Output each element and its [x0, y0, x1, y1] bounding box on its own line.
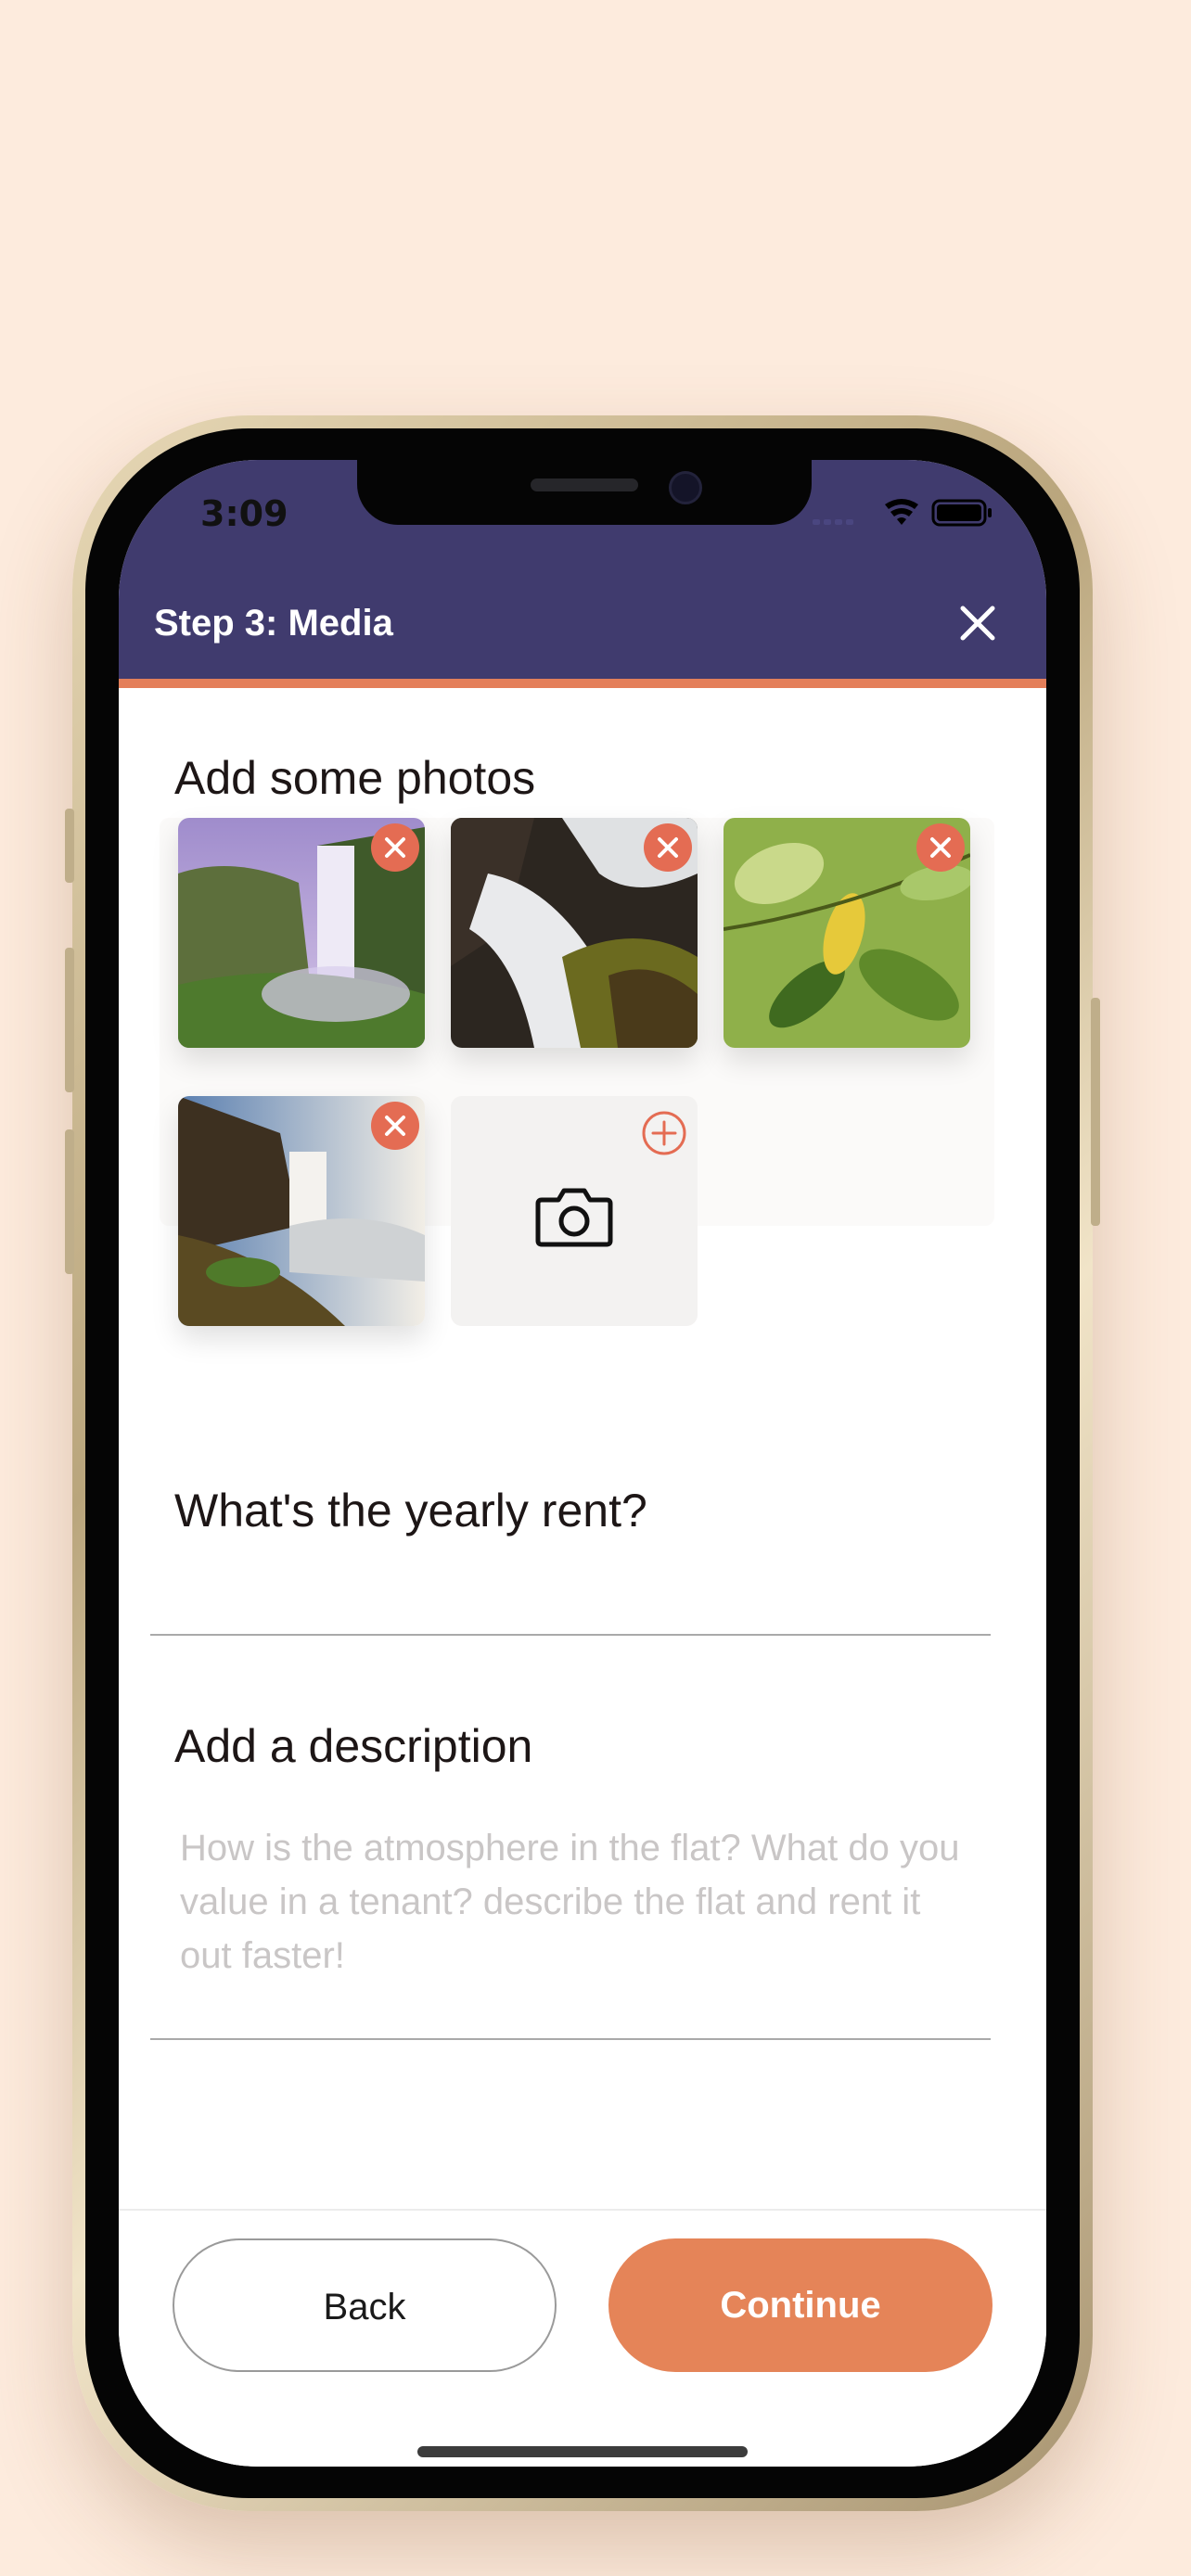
remove-photo-button[interactable] — [644, 823, 692, 872]
add-photo-button[interactable] — [451, 1096, 698, 1326]
photo-grid — [160, 818, 994, 1326]
silent-switch — [65, 809, 74, 883]
battery-icon — [931, 499, 992, 527]
volume-down-button — [65, 1129, 74, 1274]
plus-circle-icon — [642, 1111, 686, 1155]
photo-thumbnail[interactable] — [178, 818, 425, 1048]
phone-screen: 3:09 Step 3: Media Add some photos What'… — [119, 460, 1046, 2467]
page-background: 3:09 Step 3: Media Add some photos What'… — [0, 0, 1191, 2576]
remove-photo-button[interactable] — [371, 823, 419, 872]
speaker-grille — [531, 478, 638, 491]
photo-thumbnail[interactable] — [451, 818, 698, 1048]
status-bar: 3:09 — [119, 460, 1046, 567]
status-icons — [813, 497, 998, 530]
status-time: 3:09 — [200, 493, 288, 534]
remove-icon — [385, 837, 405, 858]
page-title: Step 3: Media — [154, 603, 393, 644]
home-indicator[interactable] — [417, 2446, 748, 2457]
photo-thumbnail[interactable] — [724, 818, 970, 1048]
photos-heading: Add some photos — [174, 752, 536, 804]
remove-icon — [658, 837, 678, 858]
front-camera — [669, 471, 702, 504]
close-icon — [960, 606, 995, 641]
footer-bar: Back Continue — [119, 2209, 1046, 2467]
signal-icon — [813, 519, 853, 525]
notch — [357, 460, 812, 525]
remove-photo-button[interactable] — [916, 823, 965, 872]
description-heading: Add a description — [174, 1720, 533, 1772]
volume-up-button — [65, 948, 74, 1092]
rent-input[interactable] — [150, 1567, 991, 1636]
app-header: Step 3: Media — [119, 567, 1046, 688]
camera-icon — [535, 1188, 613, 1247]
remove-photo-button[interactable] — [371, 1102, 419, 1150]
remove-icon — [930, 837, 951, 858]
rent-heading: What's the yearly rent? — [174, 1485, 647, 1537]
remove-icon — [385, 1116, 405, 1136]
power-button — [1091, 998, 1100, 1226]
photo-thumbnail[interactable] — [178, 1096, 425, 1326]
close-button[interactable] — [957, 603, 998, 644]
continue-button[interactable]: Continue — [608, 2238, 992, 2372]
back-button[interactable]: Back — [173, 2238, 557, 2372]
description-input[interactable] — [150, 1810, 991, 2040]
wifi-icon — [885, 499, 918, 525]
